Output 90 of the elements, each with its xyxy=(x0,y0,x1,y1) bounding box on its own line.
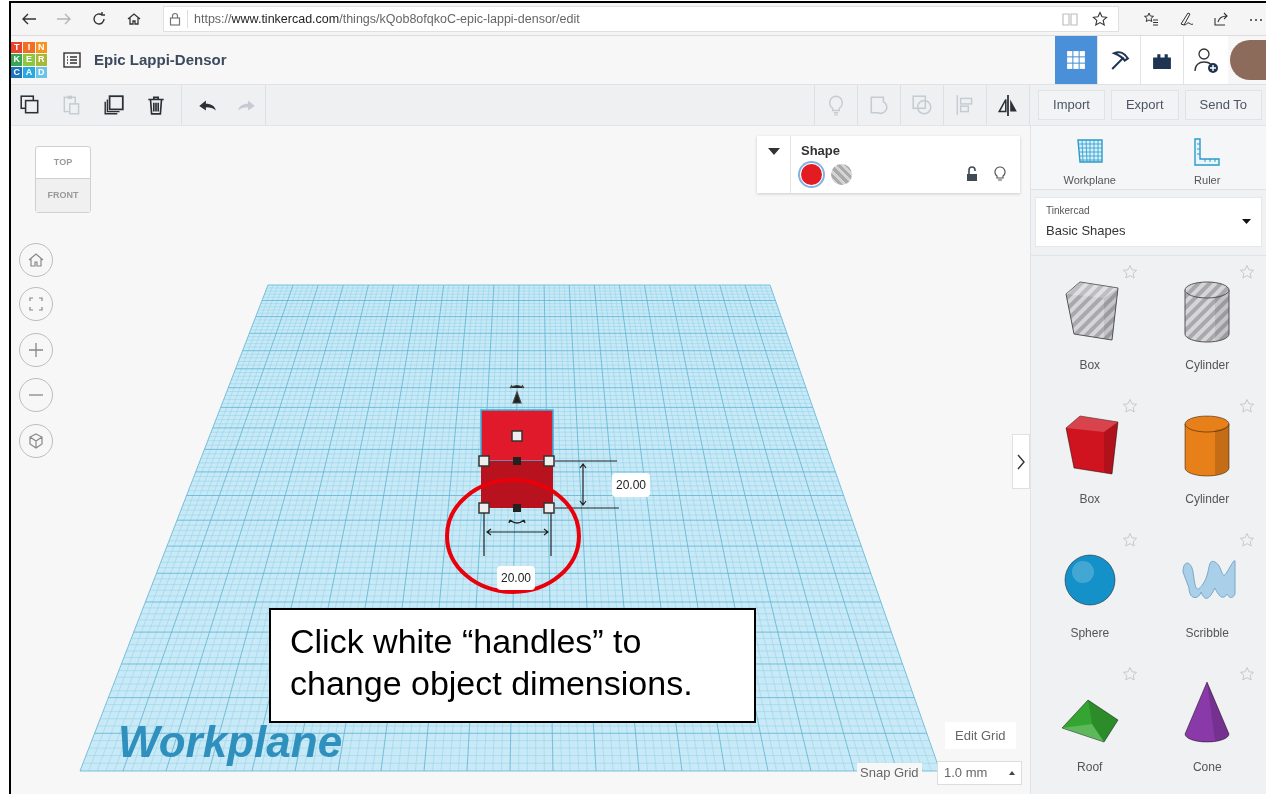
toolbar-button[interactable]: Export xyxy=(1110,90,1179,120)
chevron-right-icon xyxy=(1017,453,1025,470)
star-icon[interactable] xyxy=(1121,398,1138,414)
avatar[interactable] xyxy=(1230,40,1266,80)
star-icon[interactable] xyxy=(1121,532,1138,548)
duplicate-button[interactable] xyxy=(103,94,125,116)
star-icon[interactable] xyxy=(1239,666,1255,682)
shape-tile[interactable]: Scribble xyxy=(1148,526,1266,660)
resize-handle[interactable] xyxy=(543,455,555,467)
center-handle[interactable] xyxy=(513,457,521,465)
center-handle[interactable] xyxy=(513,504,521,512)
logo-letter: A xyxy=(23,66,35,78)
star-icon[interactable] xyxy=(1239,264,1255,280)
address-bar[interactable]: https://www.tinkercad.com/things/kQob8ofqkoC-epic-lappi-densor/edit xyxy=(163,6,1119,32)
grid-icon xyxy=(1065,49,1087,71)
star-icon[interactable] xyxy=(1239,398,1255,414)
minus-icon xyxy=(28,394,44,396)
copy-button[interactable] xyxy=(19,94,41,116)
shape-tile[interactable]: Cone xyxy=(1148,660,1266,794)
rotate-handle-icon[interactable] xyxy=(508,519,526,524)
pen-icon[interactable] xyxy=(1178,11,1194,27)
undo-icon xyxy=(198,99,216,111)
url-text: https://www.tinkercad.com/things/kQob8ofqkoC-epic-lappi-densor/edit xyxy=(194,10,580,28)
delete-button[interactable] xyxy=(145,94,167,116)
shape-tile[interactable]: Roof xyxy=(1031,660,1149,794)
workplane-tool-button[interactable]: Workplane xyxy=(1031,126,1149,189)
edit-grid-button[interactable]: Edit Grid xyxy=(945,722,1016,749)
copy-icon xyxy=(19,94,41,116)
shape-tile[interactable]: Cylinder xyxy=(1148,392,1266,526)
bricks-view-button[interactable] xyxy=(1141,36,1184,84)
share-icon[interactable] xyxy=(1213,11,1229,27)
hole-swatch[interactable] xyxy=(831,163,852,185)
ruler-tool-button[interactable]: Ruler xyxy=(1148,126,1266,189)
logo-letter: N xyxy=(35,42,47,54)
logo-letter: C xyxy=(11,66,23,78)
toolbar-button[interactable]: Import xyxy=(1038,90,1105,120)
shape-tile[interactable]: Box xyxy=(1031,392,1149,526)
resize-handle[interactable] xyxy=(511,430,523,442)
add-user-button[interactable] xyxy=(1184,36,1228,84)
toolbar-button[interactable]: Send To xyxy=(1184,90,1262,120)
light-bulb-icon[interactable] xyxy=(994,166,1006,182)
logo-letter: R xyxy=(35,54,47,66)
duplicate-icon xyxy=(103,94,125,116)
redo-icon xyxy=(238,99,256,111)
delete-icon xyxy=(145,94,167,116)
dimension-value[interactable]: 20.00 xyxy=(612,473,651,497)
refresh-button[interactable] xyxy=(90,10,108,28)
expand-panel-button[interactable] xyxy=(1012,434,1030,489)
workplane-watermark: Workplane xyxy=(118,720,343,764)
logo-letter: T xyxy=(11,42,23,54)
width-dimension-line xyxy=(483,511,552,557)
star-icon[interactable] xyxy=(1121,666,1138,682)
resize-handle[interactable] xyxy=(543,502,555,514)
dimension-value[interactable]: 20.00 xyxy=(497,566,536,590)
logo-letter: K xyxy=(11,54,23,66)
caret-icon xyxy=(1242,218,1251,225)
add-user-icon xyxy=(1193,46,1219,74)
cube-object[interactable] xyxy=(480,409,554,508)
logo-letter: I xyxy=(23,42,35,54)
perspective-button[interactable] xyxy=(19,424,53,458)
shape-tile[interactable]: Sphere xyxy=(1031,526,1149,660)
favorites-list-icon[interactable] xyxy=(1143,11,1159,27)
ungroup-icon xyxy=(911,94,934,116)
rotate-handle-icon[interactable] xyxy=(509,384,525,404)
resize-handle[interactable] xyxy=(478,502,490,514)
shape-tile[interactable]: Box xyxy=(1031,258,1149,392)
solid-color-swatch[interactable] xyxy=(801,163,822,185)
logo-letter: E xyxy=(23,54,35,66)
shape-tile[interactable]: Cylinder xyxy=(1148,258,1266,392)
shape-library-dropdown[interactable]: Tinkercad Basic Shapes xyxy=(1035,196,1262,247)
unlocked-padlock-icon[interactable] xyxy=(966,166,978,182)
callout-text: Click white “handles” to change object dimensions. xyxy=(269,608,756,723)
group-icon xyxy=(868,94,891,116)
design-title[interactable]: Epic Lappi-Densor xyxy=(94,48,227,72)
favorite-star-icon[interactable] xyxy=(1092,11,1108,27)
star-icon[interactable] xyxy=(1239,532,1255,548)
tinkercad-logo[interactable]: T I N K E R C A D xyxy=(11,42,47,78)
logo-letter: D xyxy=(35,66,47,78)
caret-icon xyxy=(1009,771,1015,775)
resize-handle[interactable] xyxy=(478,455,490,467)
pickaxe-view-button[interactable] xyxy=(1098,36,1141,84)
refresh-icon xyxy=(90,10,108,28)
star-icon[interactable] xyxy=(1121,264,1138,280)
panel-title: Shape xyxy=(801,142,841,160)
caret-icon xyxy=(767,148,780,156)
mirror-icon xyxy=(997,94,1020,116)
list-icon[interactable] xyxy=(63,52,81,68)
lock-icon xyxy=(169,12,181,26)
snap-grid-label: Snap Grid xyxy=(857,763,922,783)
snap-grid-select[interactable]: 1.0 mm xyxy=(937,761,1022,785)
